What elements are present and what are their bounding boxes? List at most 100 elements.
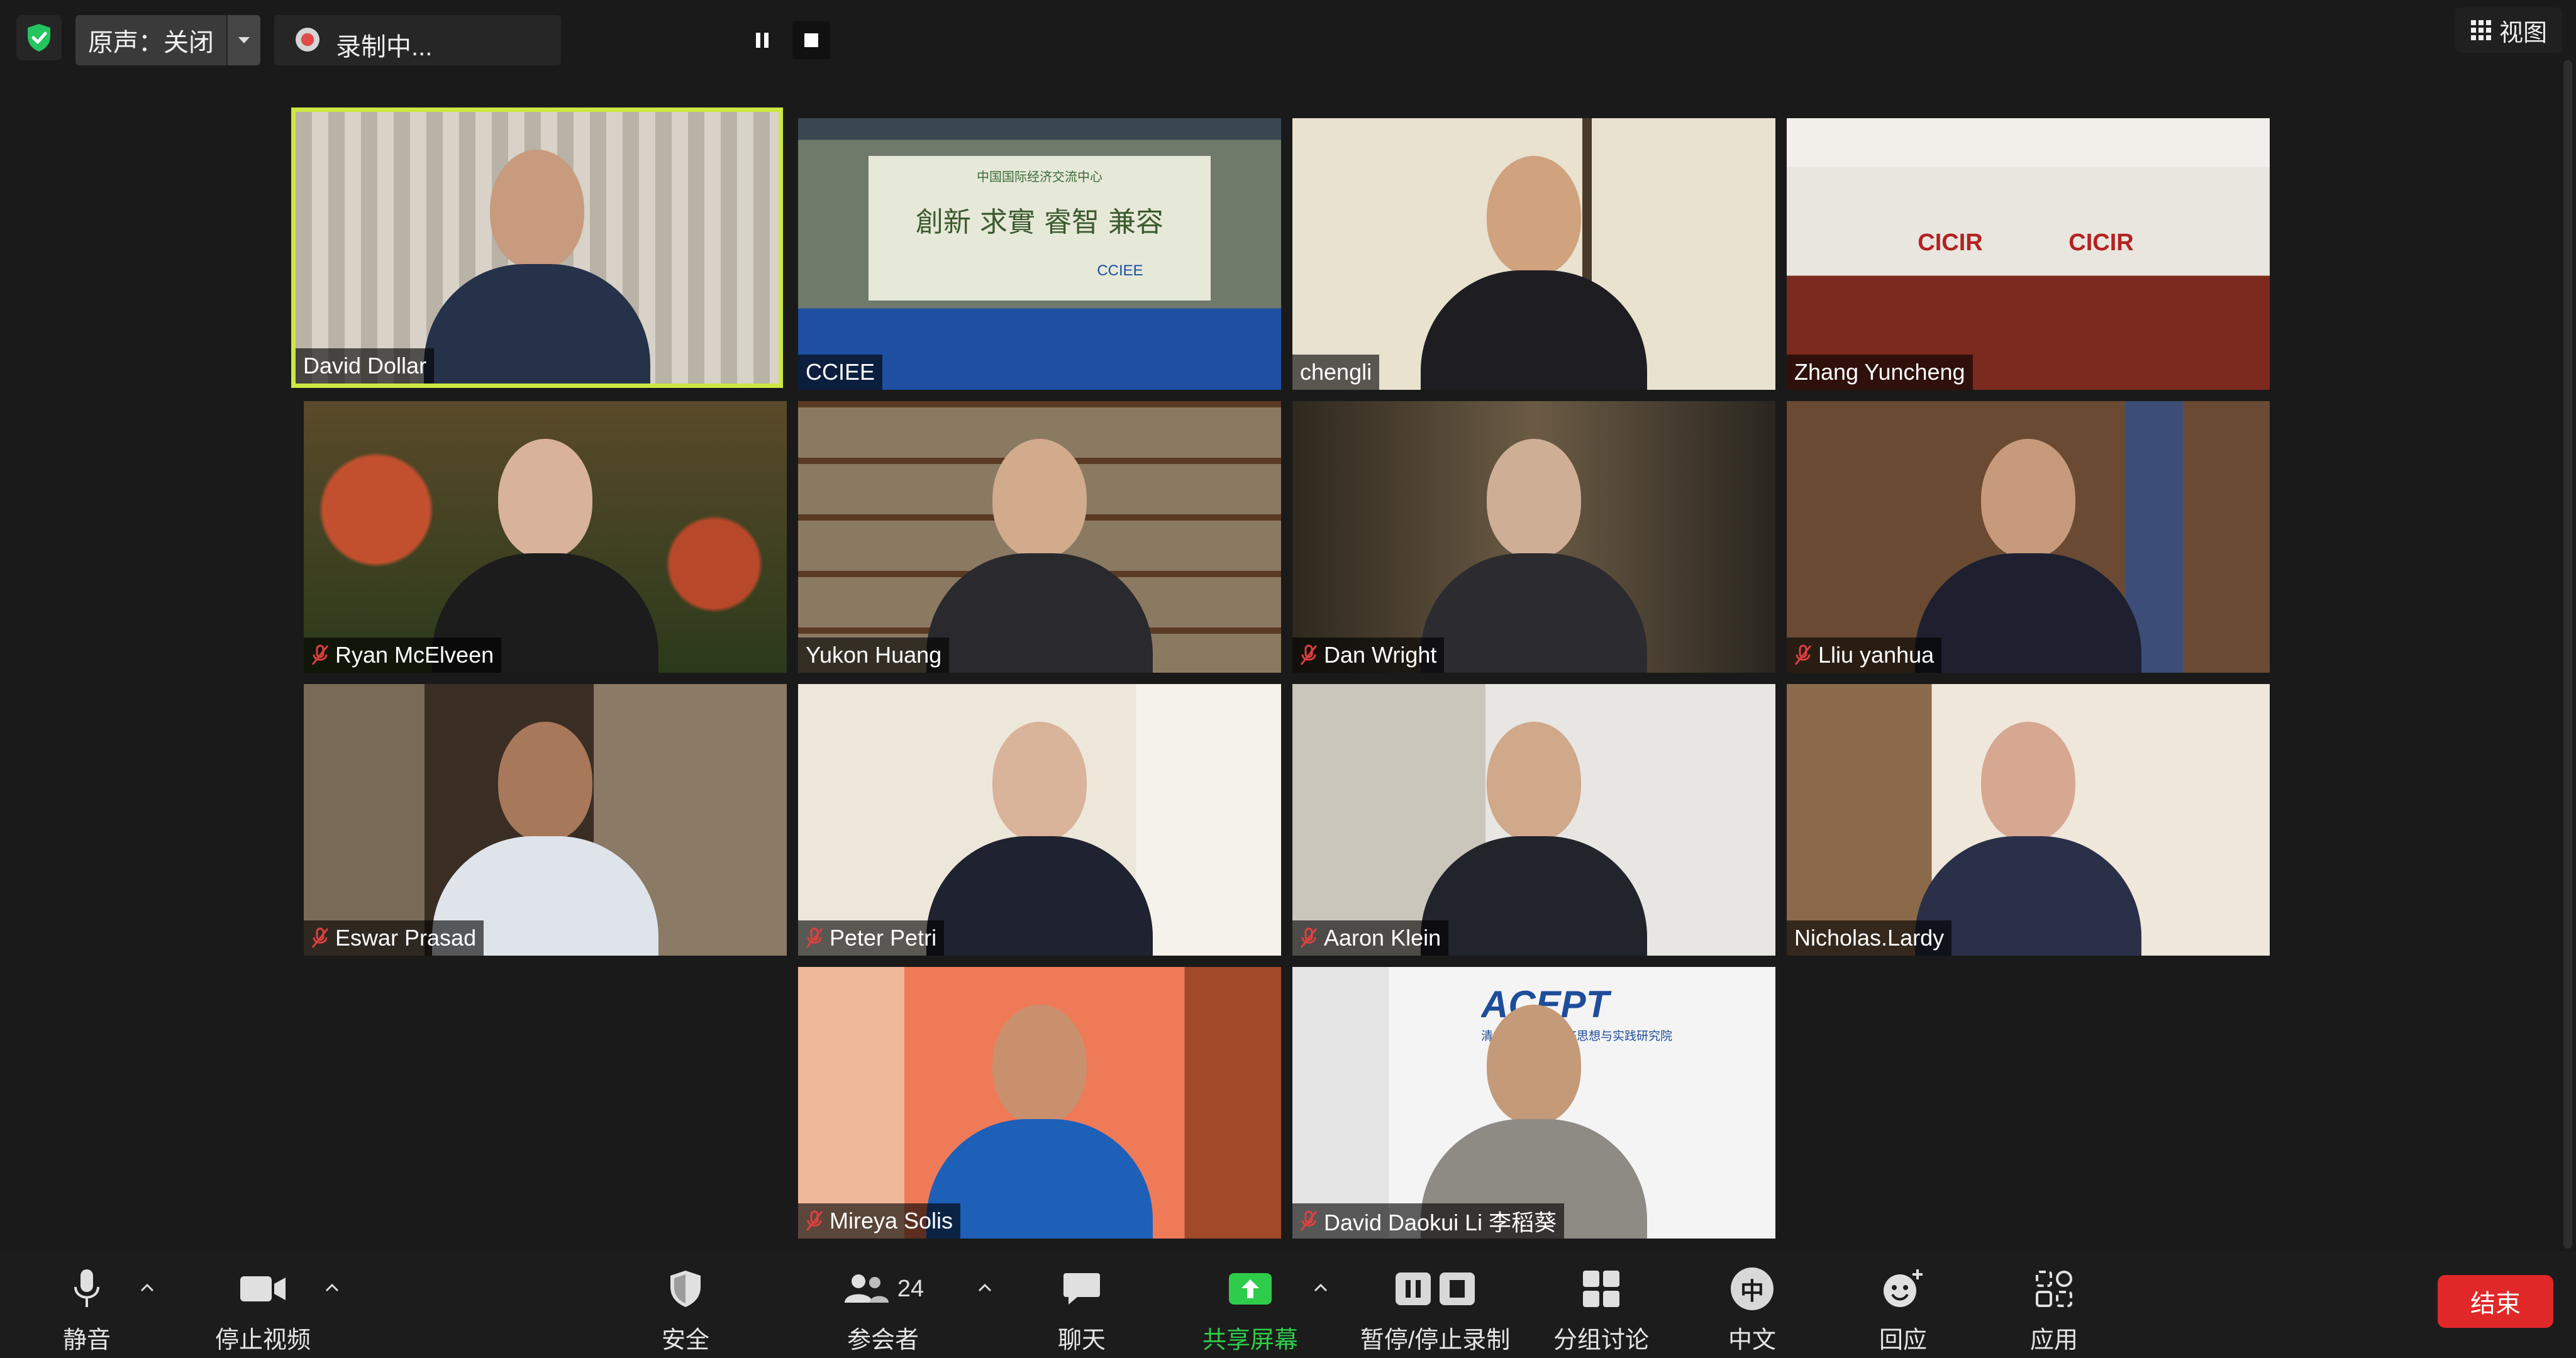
caret-down-icon [238, 37, 250, 43]
pause-icon [756, 33, 769, 48]
pause-recording-button[interactable] [743, 21, 781, 59]
participant-name: David Daokui Li 李稻葵 [1324, 1210, 1557, 1235]
security-label[interactable]: 安全 [662, 1320, 709, 1355]
microphone-icon [74, 1269, 99, 1307]
interpretation-label[interactable]: 中文 [1728, 1320, 1776, 1355]
video-tile-david-daokui-li[interactable]: ACEPT 清华大学中国经济思想与实践研究院 David Daokui Li 李… [1292, 967, 1775, 1239]
chat-button[interactable]: 聊天 [1000, 1262, 1163, 1355]
stop-video-button[interactable]: 停止视频 [181, 1262, 345, 1355]
end-meeting-button[interactable]: 结束 [2438, 1275, 2553, 1328]
share-screen-label[interactable]: 共享屏幕 [1202, 1320, 1298, 1355]
meeting-top-bar: 原声：关闭 录制中... 视图 [0, 0, 2576, 75]
breakout-rooms-icon [1583, 1271, 1619, 1307]
participant-name-tag: Ryan McElveen [304, 638, 502, 673]
shield-check-icon [28, 24, 50, 52]
stop-recording-button[interactable] [792, 21, 830, 59]
cicir-logo-text: CICIR [2068, 229, 2133, 256]
meeting-toolbar: 静音 停止视频 安全 24 参会者 聊天 共享屏幕 暂停/停止录制 分组讨论 中… [0, 1251, 2576, 1358]
participant-name: David Dollar [303, 353, 427, 378]
video-tile-peter-petri[interactable]: Peter Petri [798, 684, 1281, 956]
participant-name-tag: chengli [1292, 355, 1380, 390]
participant-name-tag: Aaron Klein [1292, 920, 1449, 956]
gallery-scrollbar[interactable] [2563, 60, 2572, 1249]
participant-video [1915, 704, 2141, 956]
encryption-shield-button[interactable] [16, 15, 62, 60]
mute-label[interactable]: 静音 [63, 1320, 111, 1355]
chevron-up-icon [325, 1283, 339, 1292]
mic-muted-icon [806, 927, 823, 948]
recording-indicator: 录制中... [274, 15, 830, 65]
video-options-caret[interactable] [321, 1276, 343, 1299]
participant-name: Eswar Prasad [335, 925, 477, 951]
video-tile-cciee[interactable]: 中国国际经济交流中心 創新 求實 睿智 兼容 CCIEE CCIEE [798, 118, 1281, 390]
participant-video [926, 421, 1153, 673]
participant-video [1421, 138, 1647, 390]
participant-name: Mireya Solis [830, 1208, 953, 1234]
participant-name-tag: Lliu yanhua [1787, 638, 1942, 673]
participant-video [1421, 987, 1647, 1239]
end-meeting-label[interactable]: 结束 [2470, 1283, 2521, 1320]
cicir-logo-text: CICIR [1918, 229, 1982, 256]
breakout-rooms-button[interactable]: 分组讨论 [1519, 1262, 1683, 1355]
view-label[interactable]: 视图 [2499, 13, 2547, 48]
interpretation-button[interactable]: 中 中文 [1670, 1262, 1834, 1355]
chevron-up-icon [1314, 1283, 1328, 1292]
video-tile-david-dollar[interactable]: David Dollar [291, 108, 783, 388]
video-tile-lliu-yanhua[interactable]: Lliu yanhua [1787, 401, 2270, 673]
apps-button[interactable]: 应用 [1972, 1262, 2136, 1355]
participant-name: Ryan McElveen [335, 642, 494, 668]
mic-muted-icon [806, 1210, 823, 1231]
video-tile-dan-wright[interactable]: Dan Wright [1292, 401, 1775, 673]
video-tile-aaron-klein[interactable]: Aaron Klein [1292, 684, 1775, 956]
video-tile-chengli[interactable]: chengli [1292, 118, 1775, 390]
participant-name-tag: Yukon Huang [798, 638, 950, 673]
participant-name-tag: CCIEE [798, 355, 883, 390]
mic-muted-icon [1794, 644, 1812, 665]
video-tile-mireya-solis[interactable]: Mireya Solis [798, 967, 1281, 1239]
participants-count: 24 [897, 1275, 924, 1302]
view-button[interactable]: 视图 [2455, 8, 2562, 53]
video-tile-nicholas-lardy[interactable]: Nicholas.Lardy [1787, 684, 2270, 956]
participant-name-tag: Zhang Yuncheng [1787, 355, 1973, 390]
chat-label[interactable]: 聊天 [1058, 1320, 1106, 1355]
share-screen-button[interactable]: 共享屏幕 [1169, 1262, 1332, 1355]
chevron-up-icon [978, 1283, 992, 1292]
participants-options-caret[interactable] [974, 1276, 996, 1299]
video-tile-ryan-mcelveen[interactable]: Ryan McElveen [304, 401, 787, 673]
stop-video-label[interactable]: 停止视频 [215, 1320, 311, 1355]
security-button[interactable]: 安全 [604, 1262, 767, 1355]
pause-stop-recording-label[interactable]: 暂停/停止录制 [1360, 1320, 1511, 1355]
participants-label[interactable]: 参会者 [847, 1320, 919, 1355]
interpretation-glyph: 中 [1740, 1278, 1764, 1305]
participant-name: Peter Petri [830, 925, 937, 951]
apps-label[interactable]: 应用 [2030, 1320, 2078, 1355]
original-sound-toggle[interactable]: 原声：关闭 [75, 15, 260, 65]
share-options-caret[interactable] [1309, 1276, 1332, 1299]
original-sound-label[interactable]: 原声：关闭 [75, 15, 226, 65]
recording-dot-icon [296, 28, 319, 52]
breakout-rooms-label[interactable]: 分组讨论 [1553, 1320, 1649, 1355]
participant-name: Lliu yanhua [1818, 642, 1935, 668]
participants-button[interactable]: 24 参会者 [801, 1262, 965, 1355]
pause-stop-recording-button[interactable]: 暂停/停止录制 [1353, 1262, 1517, 1355]
video-tile-zhang-yuncheng[interactable]: CICIR CICIR Zhang Yuncheng [1787, 118, 2270, 390]
participant-name: Aaron Klein [1324, 925, 1441, 951]
original-sound-dropdown[interactable] [226, 15, 260, 65]
participant-name-tag: Eswar Prasad [304, 920, 484, 956]
participant-name: Zhang Yuncheng [1794, 359, 1965, 385]
shield-icon [670, 1271, 701, 1307]
participant-video [432, 704, 658, 956]
participant-name-tag: Dan Wright [1292, 638, 1445, 673]
participant-name: CCIEE [806, 359, 875, 385]
reactions-button[interactable]: 回应 [1821, 1262, 1985, 1355]
cciee-banner-logo: CCIEE [1097, 262, 1143, 279]
reactions-label[interactable]: 回应 [1879, 1320, 1927, 1355]
cciee-conference-banner: 中国国际经济交流中心 創新 求實 睿智 兼容 CCIEE [869, 156, 1211, 301]
video-tile-yukon-huang[interactable]: Yukon Huang [798, 401, 1281, 673]
participant-video [1421, 421, 1647, 673]
mic-muted-icon [311, 644, 329, 665]
video-tile-eswar-prasad[interactable]: Eswar Prasad [304, 684, 787, 956]
participant-name: chengli [1300, 359, 1372, 385]
apps-icon [2036, 1271, 2072, 1307]
audio-options-caret[interactable] [136, 1276, 158, 1299]
